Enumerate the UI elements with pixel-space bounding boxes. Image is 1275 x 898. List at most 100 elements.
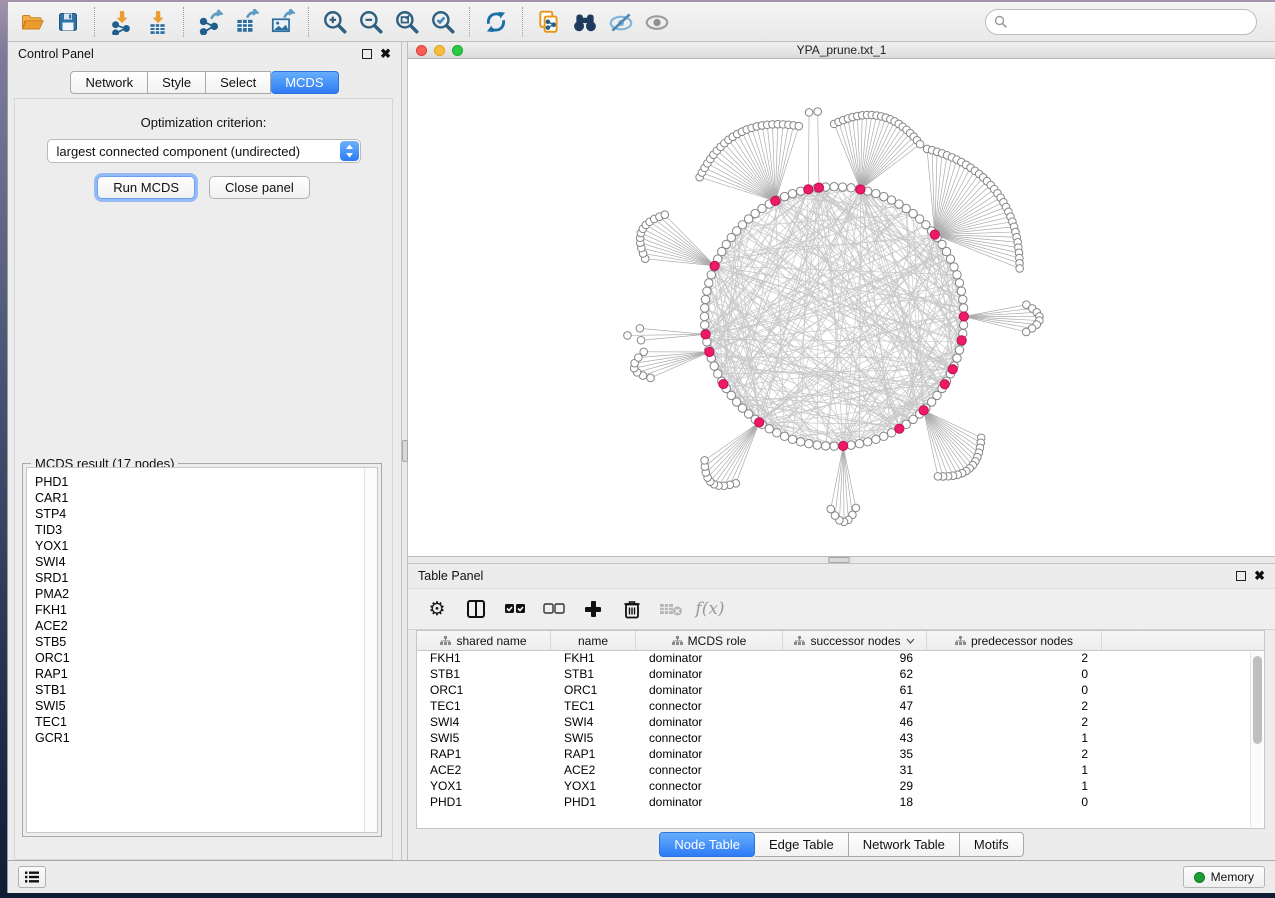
add-column-button[interactable] xyxy=(578,594,608,624)
scrollbar-thumb[interactable] xyxy=(1253,656,1262,744)
column-header[interactable]: MCDS role xyxy=(636,631,783,650)
mcds-result-item[interactable]: TEC1 xyxy=(35,714,364,730)
mcds-result-item[interactable]: TID3 xyxy=(35,522,364,538)
column-header[interactable]: shared name xyxy=(417,631,551,650)
delete-table-button[interactable] xyxy=(656,594,686,624)
mcds-result-item[interactable]: YOX1 xyxy=(35,538,364,554)
table-row[interactable]: STB1STB1dominator620 xyxy=(417,667,1264,683)
table-tab-node-table[interactable]: Node Table xyxy=(659,832,755,857)
mcds-result-item[interactable]: FKH1 xyxy=(35,602,364,618)
splitter-grip[interactable] xyxy=(828,557,850,563)
zoom-fit-icon xyxy=(394,9,420,35)
zoom-in-button[interactable] xyxy=(317,6,353,38)
table-tab-edge-table[interactable]: Edge Table xyxy=(755,832,849,857)
save-session-button[interactable] xyxy=(50,6,86,38)
table-row[interactable]: ORC1ORC1dominator610 xyxy=(417,683,1264,699)
import-network-button[interactable] xyxy=(103,6,139,38)
table-row[interactable]: ACE2ACE2connector311 xyxy=(417,763,1264,779)
mcds-result-list[interactable]: PHD1CAR1STP4TID3YOX1SWI4SRD1PMA2FKH1ACE2… xyxy=(26,467,378,833)
mcds-result-item[interactable]: RAP1 xyxy=(35,666,364,682)
hide-selected-button[interactable] xyxy=(603,6,639,38)
table-row[interactable]: SWI5SWI5connector431 xyxy=(417,731,1264,747)
zoom-selected-button[interactable] xyxy=(425,6,461,38)
table-row[interactable]: FKH1FKH1dominator962 xyxy=(417,651,1264,667)
tab-select[interactable]: Select xyxy=(206,71,271,94)
table-cell: 18 xyxy=(783,795,927,811)
close-panel-icon[interactable]: ✖ xyxy=(1254,571,1265,581)
column-header[interactable]: name xyxy=(551,631,636,650)
first-neighbors-button[interactable] xyxy=(567,6,603,38)
zoom-in-icon xyxy=(322,9,348,35)
mcds-result-item[interactable]: ACE2 xyxy=(35,618,364,634)
show-columns-button[interactable] xyxy=(461,594,491,624)
function-builder-button[interactable]: f(x) xyxy=(695,594,725,624)
open-file-button[interactable] xyxy=(14,6,50,38)
mcds-result-item[interactable]: STB5 xyxy=(35,634,364,650)
table-row[interactable]: RAP1RAP1dominator352 xyxy=(417,747,1264,763)
delete-columns-button[interactable] xyxy=(617,594,647,624)
clone-network-icon xyxy=(536,9,562,35)
memory-button[interactable]: Memory xyxy=(1183,866,1265,888)
export-table-icon xyxy=(233,9,259,35)
mcds-result-item[interactable]: ORC1 xyxy=(35,650,364,666)
binoculars-icon xyxy=(571,9,599,35)
memory-status-icon xyxy=(1194,872,1205,883)
toolbar-separator xyxy=(183,7,184,37)
task-history-button[interactable] xyxy=(18,866,46,888)
optimization-dropdown[interactable]: largest connected component (undirected) xyxy=(47,139,361,163)
select-all-button[interactable] xyxy=(500,594,530,624)
export-image-button[interactable] xyxy=(264,6,300,38)
table-cell: dominator xyxy=(636,715,783,731)
node-table-body: FKH1FKH1dominator962STB1STB1dominator620… xyxy=(417,651,1264,811)
column-header[interactable]: successor nodes xyxy=(783,631,927,650)
network-graph[interactable] xyxy=(408,59,1275,556)
float-panel-icon[interactable] xyxy=(1236,571,1246,581)
close-panel-button[interactable]: Close panel xyxy=(209,176,310,199)
close-panel-icon[interactable]: ✖ xyxy=(380,49,391,59)
tab-network[interactable]: Network xyxy=(70,71,148,94)
horizontal-splitter[interactable] xyxy=(408,557,1275,564)
mcds-result-item[interactable]: GCR1 xyxy=(35,730,364,746)
export-table-button[interactable] xyxy=(228,6,264,38)
mcds-result-item[interactable]: PMA2 xyxy=(35,586,364,602)
zoom-fit-button[interactable] xyxy=(389,6,425,38)
table-cell: RAP1 xyxy=(417,747,551,763)
tab-mcds[interactable]: MCDS xyxy=(271,71,338,94)
float-panel-icon[interactable] xyxy=(362,49,372,59)
refresh-button[interactable] xyxy=(478,6,514,38)
import-table-button[interactable] xyxy=(139,6,175,38)
table-settings-button[interactable]: ⚙ xyxy=(422,594,452,624)
memory-label: Memory xyxy=(1211,870,1254,884)
mcds-result-item[interactable]: SWI4 xyxy=(35,554,364,570)
table-row[interactable]: YOX1YOX1connector291 xyxy=(417,779,1264,795)
run-mcds-button[interactable]: Run MCDS xyxy=(97,176,195,199)
mcds-list-scrollbar[interactable] xyxy=(364,468,377,832)
column-header[interactable]: predecessor nodes xyxy=(927,631,1102,650)
search-input[interactable] xyxy=(985,9,1257,35)
table-cell: 2 xyxy=(927,699,1102,715)
network-canvas[interactable] xyxy=(408,59,1275,556)
deselect-all-button[interactable] xyxy=(539,594,569,624)
mcds-result-item[interactable]: CAR1 xyxy=(35,490,364,506)
zoom-out-button[interactable] xyxy=(353,6,389,38)
mcds-result-item[interactable]: STB1 xyxy=(35,682,364,698)
table-row[interactable]: SWI4SWI4dominator462 xyxy=(417,715,1264,731)
mcds-result-item[interactable]: PHD1 xyxy=(35,474,364,490)
application-window: Control Panel ✖ NetworkStyleSelectMCDS O… xyxy=(7,2,1275,893)
table-tab-motifs[interactable]: Motifs xyxy=(960,832,1024,857)
mcds-result-item[interactable]: STP4 xyxy=(35,506,364,522)
clone-network-button[interactable] xyxy=(531,6,567,38)
node-table[interactable]: shared namenameMCDS rolesuccessor nodesp… xyxy=(416,630,1265,829)
vertical-splitter[interactable] xyxy=(401,42,408,860)
mcds-tab-content: Optimization criterion: largest connecte… xyxy=(14,98,393,860)
tab-style[interactable]: Style xyxy=(148,71,206,94)
table-tab-network-table[interactable]: Network Table xyxy=(849,832,960,857)
mcds-result-item[interactable]: SWI5 xyxy=(35,698,364,714)
table-row[interactable]: TEC1TEC1connector472 xyxy=(417,699,1264,715)
table-cell: 62 xyxy=(783,667,927,683)
table-scrollbar[interactable] xyxy=(1250,652,1263,827)
table-row[interactable]: PHD1PHD1dominator180 xyxy=(417,795,1264,811)
mcds-result-item[interactable]: SRD1 xyxy=(35,570,364,586)
show-all-button[interactable] xyxy=(639,6,675,38)
export-network-button[interactable] xyxy=(192,6,228,38)
